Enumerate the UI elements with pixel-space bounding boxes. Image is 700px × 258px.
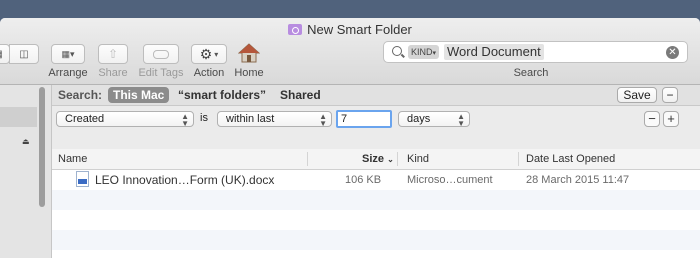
window-title: New Smart Folder [0, 22, 700, 38]
column-separator [518, 152, 519, 166]
arrange-button[interactable]: ▦▾ [51, 44, 85, 64]
word-document-icon [76, 171, 89, 187]
column-headers: Name Size ⌄ Kind Date Last Opened [52, 149, 700, 170]
finder-window: New Smart Folder ▦ ◫ ▦▾ Arrange ⇧ Share … [0, 18, 700, 258]
amount-field[interactable]: 7 [336, 110, 392, 128]
column-size-label: Size [362, 153, 385, 165]
smart-folder-icon [288, 24, 303, 35]
column-kind[interactable]: Kind [407, 153, 429, 165]
popup-arrows-icon: ▲ ▼ [319, 112, 327, 128]
unit-value: days [407, 113, 431, 125]
scope-shared[interactable]: Shared [280, 88, 321, 102]
search-token-value[interactable]: Word Document [444, 44, 544, 60]
edit-tags-label: Edit Tags [138, 67, 184, 79]
toolbar: New Smart Folder ▦ ◫ ▦▾ Arrange ⇧ Share … [0, 18, 700, 85]
operator-popup[interactable]: within last ▲ ▼ [217, 111, 332, 128]
unit-popup[interactable]: days ▲ ▼ [398, 111, 470, 128]
popup-arrows-icon: ▲ ▼ [181, 112, 189, 128]
share-label: Share [98, 67, 128, 79]
clear-search-button[interactable]: ✕ [666, 46, 679, 59]
chevron-down-icon: ▾ [432, 50, 437, 57]
file-kind: Microso…cument [407, 174, 493, 186]
file-size: 106 KB [345, 174, 382, 186]
edit-tags-button[interactable] [143, 44, 179, 64]
search-field[interactable]: KIND▾ Word Document ✕ [383, 41, 688, 63]
save-button[interactable]: Save [617, 87, 657, 103]
column-separator [397, 152, 398, 166]
search-token-kind[interactable]: KIND▾ [408, 45, 440, 59]
empty-row [52, 210, 700, 230]
arrange-label: Arrange [48, 67, 88, 79]
search-token-kind-text: KIND [411, 47, 433, 57]
gear-icon: ⚙ [199, 45, 213, 62]
action-button[interactable]: ⚙ ▾ [191, 44, 227, 64]
file-list: LEO Innovation…Form (UK).docx 106 KB Mic… [52, 170, 700, 258]
column-date-last-opened[interactable]: Date Last Opened [526, 153, 615, 165]
operator-value: within last [226, 113, 275, 125]
empty-row [52, 190, 700, 210]
home-label: Home [234, 67, 264, 79]
empty-row [52, 230, 700, 250]
home-button[interactable] [237, 42, 261, 64]
file-date: 28 March 2015 11:47 [526, 174, 630, 186]
action-label: Action [193, 67, 225, 79]
sort-ascending-icon: ⌄ [387, 155, 394, 164]
column-size[interactable]: Size ⌄ [362, 153, 394, 165]
search-icon [392, 46, 402, 56]
search-scope-label: Search: [58, 88, 103, 102]
tag-icon [153, 49, 169, 59]
view-coverflow-button[interactable]: ◫ [9, 44, 39, 64]
search-label: Search [513, 67, 549, 79]
is-label: is [200, 112, 208, 124]
share-icon: ⇧ [107, 47, 119, 61]
scope-smart-folders[interactable]: “smart folders” [178, 88, 266, 102]
attribute-popup[interactable]: Created ▲ ▼ [56, 111, 194, 128]
sidebar-scrollbar[interactable] [39, 87, 45, 207]
sidebar-selected-item[interactable] [0, 107, 37, 127]
window-title-text: New Smart Folder [307, 22, 412, 37]
chevron-down-icon: ▾ [214, 49, 219, 59]
share-button[interactable]: ⇧ [98, 44, 128, 64]
column-separator [307, 152, 308, 166]
popup-arrows-icon: ▲ ▼ [457, 112, 465, 128]
home-icon [237, 43, 261, 63]
remove-search-button[interactable]: − [662, 87, 678, 103]
column-name[interactable]: Name [58, 153, 87, 165]
sidebar [0, 85, 52, 258]
remove-criterion-button[interactable]: − [644, 111, 660, 127]
table-row[interactable]: LEO Innovation…Form (UK).docx 106 KB Mic… [52, 170, 700, 190]
eject-icon[interactable]: ⏏ [22, 137, 30, 146]
attribute-value: Created [65, 113, 105, 125]
add-criterion-button[interactable]: + [663, 111, 679, 127]
scope-this-mac[interactable]: This Mac [108, 87, 170, 103]
search-criteria-row: Created ▲ ▼ is within last ▲ ▼ 7 days ▲ ▼ −… [52, 106, 700, 150]
file-name: LEO Innovation…Form (UK).docx [95, 173, 275, 187]
search-scope-bar: Search: This Mac “smart folders” Shared … [52, 85, 700, 106]
